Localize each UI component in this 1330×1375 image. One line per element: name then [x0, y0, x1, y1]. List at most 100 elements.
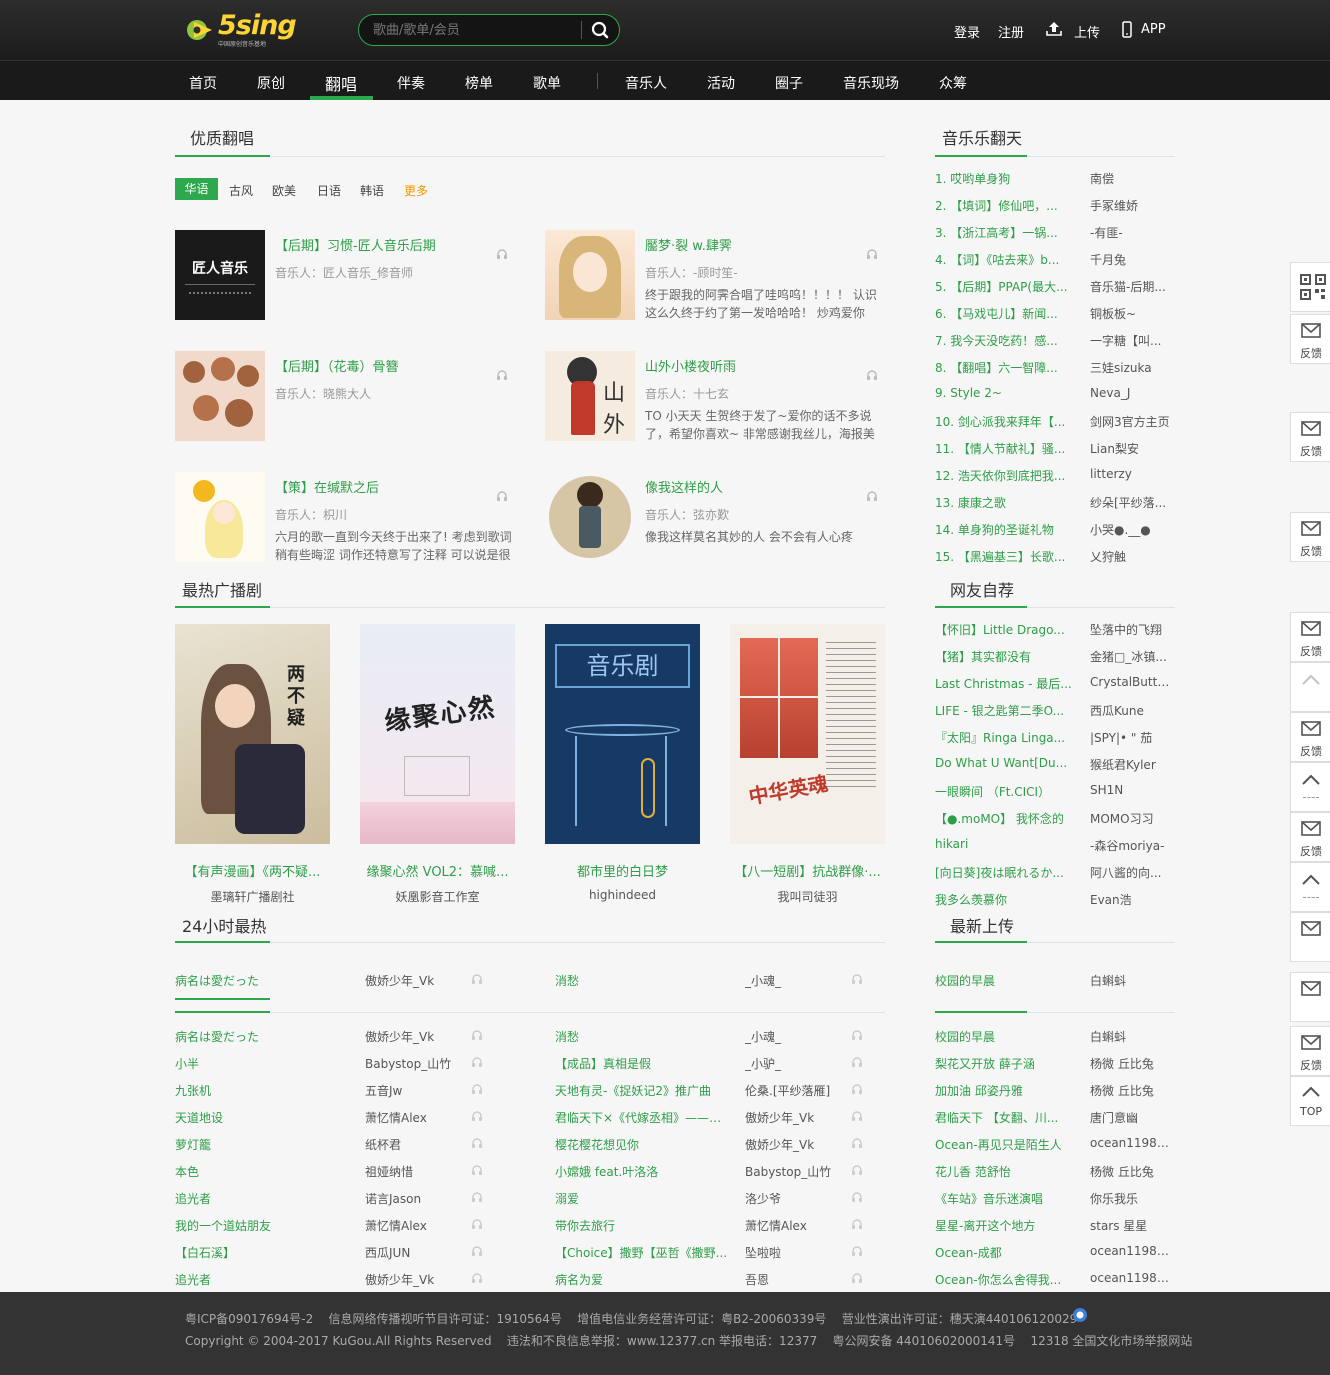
- rank-item-artist[interactable]: 三娃sizuka: [1090, 359, 1175, 376]
- scroll-up-button[interactable]: [1290, 662, 1330, 712]
- feedback-button[interactable]: 反馈: [1290, 812, 1330, 862]
- headphone-icon[interactable]: [851, 1056, 863, 1068]
- qr-code-button[interactable]: [1290, 262, 1330, 312]
- scroll-up-button[interactable]: [1290, 762, 1330, 812]
- headphone-icon[interactable]: [851, 1029, 863, 1041]
- recommend-item-artist[interactable]: -森谷moriya-: [1090, 837, 1175, 854]
- rank-item-artist[interactable]: -有匪-: [1090, 224, 1175, 241]
- song-artist[interactable]: 音乐人：弦亦歎: [645, 506, 729, 523]
- headphone-icon[interactable]: [851, 1245, 863, 1257]
- song-link[interactable]: 九张机: [175, 1082, 345, 1099]
- newest-item-artist[interactable]: 杨微 丘比兔: [1090, 1082, 1175, 1099]
- recommend-item-artist[interactable]: MOMO习习: [1090, 810, 1175, 827]
- rank-item-title[interactable]: 3. 【浙江高考】一锅...: [935, 224, 1080, 241]
- rank-item-artist[interactable]: 南偿: [1090, 170, 1175, 187]
- headphone-icon[interactable]: [471, 1056, 483, 1068]
- headphone-icon[interactable]: [471, 1029, 483, 1041]
- rank-item-artist[interactable]: 铜板板~: [1090, 305, 1175, 322]
- song-link[interactable]: 天道地设: [175, 1109, 345, 1126]
- rank-item-artist[interactable]: 乂狩触: [1090, 548, 1175, 565]
- recommend-item-title[interactable]: 我多么羡慕你: [935, 891, 1080, 908]
- register-link[interactable]: 注册: [998, 22, 1024, 41]
- rank-item-title[interactable]: 1. 哎哟单身狗: [935, 170, 1080, 187]
- recommend-item-title[interactable]: 【怀旧】Little Drago...: [935, 621, 1080, 638]
- recommend-item-title[interactable]: [向日葵]夜は眠れるか...: [935, 864, 1080, 881]
- drama-cover[interactable]: 中华英魂: [730, 624, 885, 844]
- recommend-item-artist[interactable]: Evan浩: [1090, 891, 1175, 908]
- badge-icon[interactable]: [1072, 1307, 1088, 1323]
- drama-cover[interactable]: 缘聚心然: [360, 624, 515, 844]
- rank-item-artist[interactable]: 一字糖【叫...: [1090, 332, 1175, 349]
- song-artist[interactable]: 音乐人：枳川: [275, 506, 347, 523]
- song-link[interactable]: 病名は愛だった: [175, 1028, 345, 1045]
- song-link[interactable]: 病名为爱: [555, 1271, 730, 1288]
- rank-item-title[interactable]: 5. 【后期】PPAP(最大...: [935, 278, 1080, 295]
- nav-accompaniment[interactable]: 伴奏: [397, 73, 425, 93]
- song-link[interactable]: 天地有灵-《捉妖记2》推广曲: [555, 1082, 730, 1099]
- phone-icon[interactable]: [1122, 21, 1132, 38]
- recommend-item-artist[interactable]: 金猪□_冰镇...: [1090, 648, 1175, 665]
- rank-item-title[interactable]: 12. 浩天依你到底把我...: [935, 467, 1080, 484]
- artist-link[interactable]: 傲娇少年_Vk: [745, 1136, 840, 1153]
- headphone-icon[interactable]: [471, 1137, 483, 1149]
- rank-item-artist[interactable]: litterzy: [1090, 467, 1175, 481]
- newest-item-title[interactable]: 校园的早晨: [935, 1028, 1080, 1045]
- nav-charts[interactable]: 榜单: [465, 73, 493, 93]
- newest-item-title[interactable]: 星星-离开这个地方: [935, 1217, 1080, 1234]
- search-icon[interactable]: [589, 20, 611, 40]
- recommend-item-artist[interactable]: 西瓜Kune: [1090, 702, 1175, 719]
- newest-item-artist[interactable]: 你乐我乐: [1090, 1190, 1175, 1207]
- headphone-icon[interactable]: [496, 248, 508, 260]
- song-cover[interactable]: [175, 351, 265, 441]
- rank-item-artist[interactable]: Lian梨安: [1090, 440, 1175, 457]
- headphone-icon[interactable]: [471, 1083, 483, 1095]
- headphone-icon[interactable]: [851, 973, 863, 985]
- headphone-icon[interactable]: [851, 1083, 863, 1095]
- tab-western[interactable]: 欧美: [272, 182, 296, 199]
- artist-link[interactable]: 吾恩: [745, 1271, 840, 1288]
- rank-item-artist[interactable]: 剑网3官方主页: [1090, 413, 1175, 430]
- song-title[interactable]: 像我这样的人: [645, 477, 855, 496]
- song-link[interactable]: 小嫦娥 feat.叶洛洛: [555, 1163, 730, 1180]
- back-to-top-button[interactable]: TOP: [1290, 1076, 1330, 1126]
- rank-item-title[interactable]: 9. Style 2~: [935, 386, 1080, 400]
- rank-item-title[interactable]: 15. 【黑遍基三】长歌...: [935, 548, 1080, 565]
- newest-item-title[interactable]: Ocean-你怎么舍得我...: [935, 1271, 1080, 1288]
- song-link[interactable]: 【白石溪】: [175, 1244, 345, 1261]
- artist-link[interactable]: Babystop_山竹: [365, 1055, 460, 1072]
- app-link[interactable]: APP: [1141, 22, 1166, 37]
- artist-link[interactable]: 白蝌蚪: [1090, 972, 1175, 989]
- artist-link[interactable]: 坠啦啦: [745, 1244, 840, 1261]
- song-cover[interactable]: [545, 230, 635, 320]
- nav-crowdfunding[interactable]: 众筹: [939, 73, 967, 93]
- site-logo[interactable]: 5sing 中国原创音乐基地: [186, 10, 297, 48]
- song-cover[interactable]: 匠人音乐: [175, 230, 265, 320]
- song-title[interactable]: 【后期】习惯-匠人音乐后期: [275, 235, 485, 254]
- newest-item-artist[interactable]: ocean11981...: [1090, 1271, 1175, 1285]
- upload-link[interactable]: 上传: [1074, 22, 1100, 41]
- artist-link[interactable]: 萧忆情Alex: [745, 1217, 840, 1234]
- tab-korean[interactable]: 韩语: [360, 182, 384, 199]
- rank-item-title[interactable]: 6. 【马戏屯儿】新闻...: [935, 305, 1080, 322]
- nav-cover[interactable]: 翻唱: [325, 71, 357, 95]
- headphone-icon[interactable]: [866, 248, 878, 260]
- tab-chinese[interactable]: 华语: [175, 178, 218, 200]
- artist-link[interactable]: 诺言Jason: [365, 1190, 460, 1207]
- song-link[interactable]: 消愁: [555, 1028, 730, 1045]
- rank-item-artist[interactable]: 手冢维娇: [1090, 197, 1175, 214]
- drama-cover[interactable]: 两不疑: [175, 624, 330, 844]
- artist-link[interactable]: _小魂_: [745, 1028, 840, 1045]
- upload-icon[interactable]: [1046, 21, 1062, 37]
- artist-link[interactable]: Babystop_山竹: [745, 1163, 840, 1180]
- rank-item-title[interactable]: 4. 【词】《咕去来》b...: [935, 251, 1080, 268]
- headphone-icon[interactable]: [496, 369, 508, 381]
- recommend-item-artist[interactable]: CrystalButte...: [1090, 675, 1175, 689]
- song-cover[interactable]: 山外小楼: [545, 351, 635, 441]
- song-link[interactable]: 小半: [175, 1055, 345, 1072]
- tab-ancient[interactable]: 古风: [229, 182, 253, 199]
- headphone-icon[interactable]: [851, 1164, 863, 1176]
- rank-item-title[interactable]: 10. 剑心派我来拜年【...: [935, 413, 1080, 430]
- drama-title[interactable]: 【有声漫画】《两不疑...: [175, 861, 330, 880]
- feedback-button[interactable]: 反馈: [1290, 314, 1330, 364]
- newest-item-artist[interactable]: stars 星星: [1090, 1217, 1175, 1234]
